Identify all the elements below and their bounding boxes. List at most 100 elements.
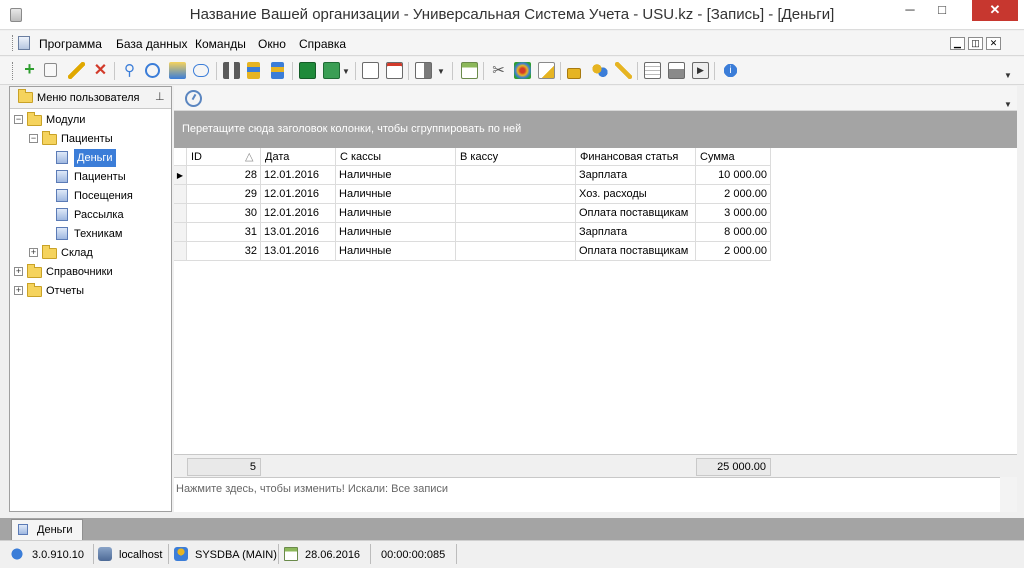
users-icon[interactable]	[591, 62, 608, 79]
info-icon[interactable]: i	[722, 62, 739, 79]
cell-from-cash[interactable]: Наличные	[336, 223, 456, 242]
delete-icon[interactable]: ✕	[92, 62, 109, 79]
toolbar-overflow-icon[interactable]: ▼	[1004, 71, 1012, 80]
close-button[interactable]: ✕	[972, 0, 1018, 21]
cell-article[interactable]: Хоз. расходы	[576, 185, 696, 204]
cell-id[interactable]: 30	[187, 204, 261, 223]
row-indicator[interactable]: ▶	[174, 166, 187, 185]
tree-item[interactable]: Деньги	[10, 149, 170, 167]
tab-money[interactable]: Деньги	[11, 519, 83, 540]
maximize-button[interactable]: □	[928, 0, 956, 21]
tree-item[interactable]: − Модули	[10, 111, 170, 129]
copy-icon[interactable]	[44, 63, 57, 77]
cell-date[interactable]: 13.01.2016	[261, 242, 336, 261]
tools-icon[interactable]: ✂	[490, 62, 507, 79]
calendar-icon[interactable]	[461, 62, 478, 79]
window-new-icon[interactable]	[362, 62, 379, 79]
mdi-restore-button[interactable]: ◫	[968, 37, 983, 50]
column-header-date[interactable]: Дата	[261, 148, 336, 166]
comment-icon[interactable]	[193, 64, 209, 77]
tree-item[interactable]: + Склад	[10, 244, 170, 262]
cell-id[interactable]: 28	[187, 166, 261, 185]
search-icon[interactable]: ⚲	[121, 62, 138, 79]
palette-icon[interactable]	[514, 62, 531, 79]
group-by-panel[interactable]: Перетащите сюда заголовок колонки, чтобы…	[174, 111, 1017, 148]
mdi-minimize-button[interactable]: ▁	[950, 37, 965, 50]
column-header-article[interactable]: Финансовая статья	[576, 148, 696, 166]
cell-sum[interactable]: 2 000.00	[696, 242, 771, 261]
cell-sum[interactable]: 2 000.00	[696, 185, 771, 204]
cell-id[interactable]: 29	[187, 185, 261, 204]
cell-to-cash[interactable]	[456, 204, 576, 223]
mdi-close-button[interactable]: ✕	[986, 37, 1001, 50]
menu-help[interactable]: Справка	[299, 37, 346, 51]
add-icon[interactable]: +	[21, 60, 38, 79]
tree-item[interactable]: − Пациенты	[10, 130, 170, 148]
cell-from-cash[interactable]: Наличные	[336, 185, 456, 204]
cell-sum[interactable]: 10 000.00	[696, 166, 771, 185]
cell-from-cash[interactable]: Наличные	[336, 242, 456, 261]
column-header-from-cash[interactable]: С кассы	[336, 148, 456, 166]
expand-icon[interactable]: +	[14, 286, 23, 295]
column-header-id[interactable]: ID △	[187, 148, 261, 166]
exit-icon[interactable]	[415, 62, 432, 79]
column-header-sum[interactable]: Сумма	[696, 148, 771, 166]
import-icon[interactable]	[323, 62, 340, 79]
cell-to-cash[interactable]	[456, 166, 576, 185]
cell-id[interactable]: 32	[187, 242, 261, 261]
binoculars-icon[interactable]	[223, 62, 240, 79]
tree-item[interactable]: Посещения	[10, 187, 170, 205]
cell-article[interactable]: Зарплата	[576, 223, 696, 242]
document-icon[interactable]	[18, 36, 30, 50]
tree-item[interactable]: Пациенты	[10, 168, 170, 186]
cell-to-cash[interactable]	[456, 223, 576, 242]
menu-program[interactable]: Программа	[39, 37, 102, 51]
window-close-icon[interactable]	[386, 62, 403, 79]
pin-icon[interactable]: ⊥	[155, 90, 165, 103]
cell-from-cash[interactable]: Наличные	[336, 204, 456, 223]
tree-item[interactable]: Техникам	[10, 225, 170, 243]
tree-item[interactable]: Рассылка	[10, 206, 170, 224]
row-indicator[interactable]	[174, 185, 187, 204]
cell-to-cash[interactable]	[456, 242, 576, 261]
cell-to-cash[interactable]	[456, 185, 576, 204]
cell-date[interactable]: 12.01.2016	[261, 185, 336, 204]
row-indicator[interactable]	[174, 242, 187, 261]
cell-sum[interactable]: 3 000.00	[696, 204, 771, 223]
menu-commands[interactable]: Команды	[195, 37, 246, 51]
filter-icon[interactable]	[169, 62, 186, 79]
collapse-icon[interactable]: −	[29, 134, 38, 143]
cell-date[interactable]: 13.01.2016	[261, 223, 336, 242]
cell-id[interactable]: 31	[187, 223, 261, 242]
filter-scrollbar[interactable]	[1000, 477, 1017, 512]
sort-asc-icon[interactable]	[247, 62, 260, 79]
tree-item[interactable]: + Справочники	[10, 263, 170, 281]
filter-bar[interactable]: Нажмите здесь, чтобы изменить! Искали: В…	[174, 477, 1017, 512]
minimize-button[interactable]: ─	[896, 0, 924, 21]
cell-date[interactable]: 12.01.2016	[261, 204, 336, 223]
clock-icon[interactable]	[185, 90, 202, 107]
row-indicator[interactable]	[174, 223, 187, 242]
cell-article[interactable]: Оплата поставщикам	[576, 204, 696, 223]
print-icon[interactable]	[668, 62, 685, 79]
expand-icon[interactable]: +	[29, 248, 38, 257]
export-excel-icon[interactable]	[299, 62, 316, 79]
refresh-icon[interactable]	[145, 63, 160, 78]
collapse-icon[interactable]: −	[14, 115, 23, 124]
cell-sum[interactable]: 8 000.00	[696, 223, 771, 242]
exit-dropdown-icon[interactable]: ▼	[437, 67, 445, 76]
expand-icon[interactable]: +	[14, 267, 23, 276]
play-icon[interactable]: ▶	[692, 62, 709, 79]
cell-article[interactable]: Оплата поставщикам	[576, 242, 696, 261]
tree-item[interactable]: + Отчеты	[10, 282, 170, 300]
sort-desc-icon[interactable]	[271, 62, 284, 79]
menu-window[interactable]: Окно	[258, 37, 286, 51]
column-header-to-cash[interactable]: В кассу	[456, 148, 576, 166]
menu-database[interactable]: База данных	[116, 37, 187, 51]
row-indicator[interactable]	[174, 204, 187, 223]
cell-date[interactable]: 12.01.2016	[261, 166, 336, 185]
table-icon[interactable]	[644, 62, 661, 79]
cell-article[interactable]: Зарплата	[576, 166, 696, 185]
view-toolbar-overflow-icon[interactable]: ▼	[1004, 100, 1012, 109]
edit-note-icon[interactable]	[538, 62, 555, 79]
